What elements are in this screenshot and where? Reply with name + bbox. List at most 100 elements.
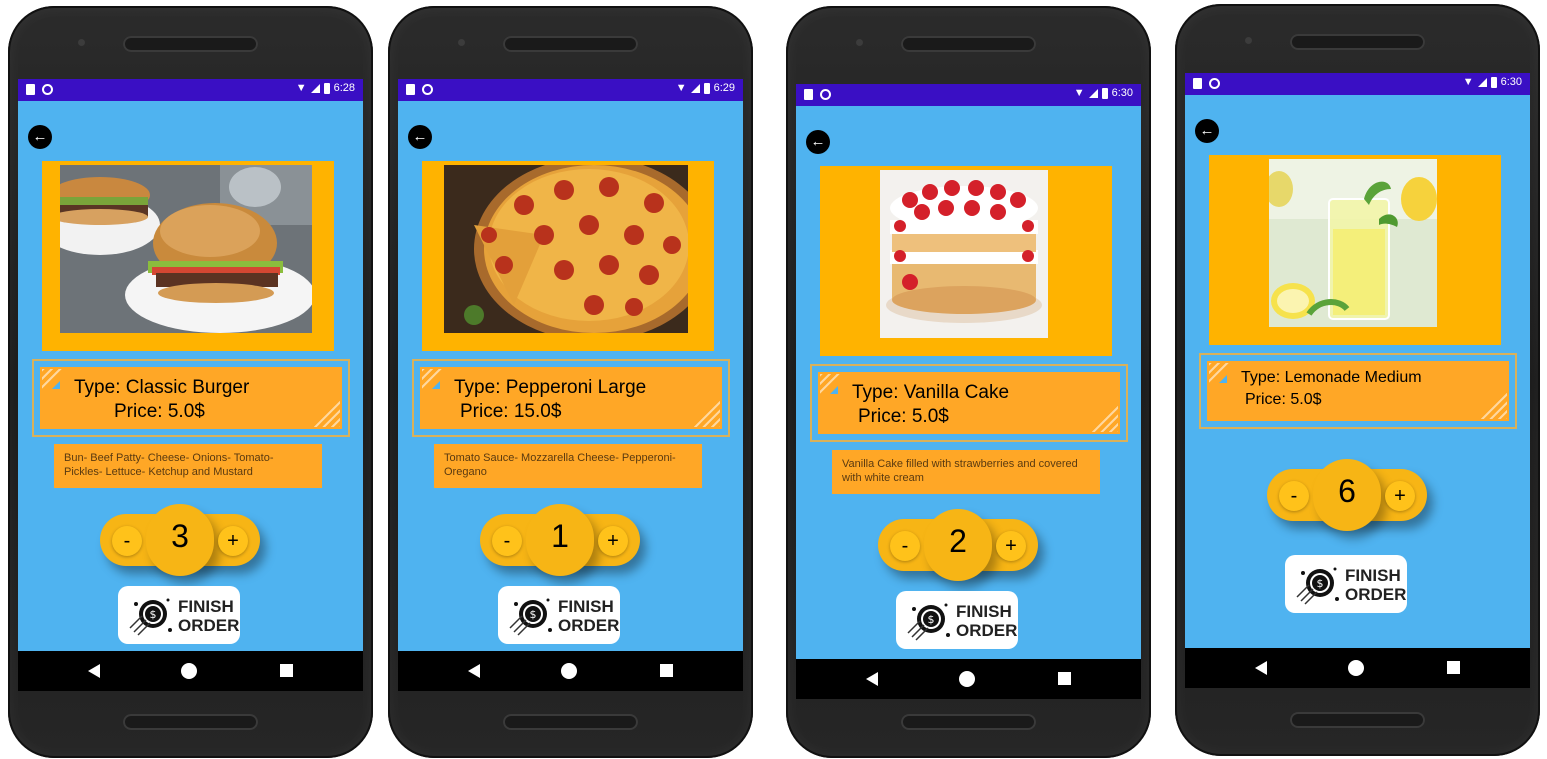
lemonade-photo [1269, 159, 1437, 327]
decrease-quantity-button[interactable]: - [890, 531, 920, 561]
item-price: Price: 5.0$ [114, 401, 205, 422]
wifi-icon: ▼ [1462, 76, 1474, 88]
quantity-counter: - 6 + [1267, 459, 1427, 531]
nav-back-icon[interactable] [88, 664, 100, 678]
decrease-quantity-button[interactable]: - [1279, 481, 1309, 511]
item-price: Price: 5.0$ [1245, 391, 1322, 408]
dollar-coin-icon: $ [509, 598, 552, 636]
phone-3: ▼ 6:30 ← Type: Vanilla Cake Price: 5.0$ … [786, 6, 1151, 758]
bottom-speaker [901, 714, 1036, 730]
signal-icon [1477, 77, 1487, 87]
bottom-speaker [1290, 712, 1425, 728]
wifi-icon: ▼ [1073, 87, 1085, 99]
quantity-counter: - 1 + [480, 504, 640, 576]
item-info-panel: Type: Vanilla Cake Price: 5.0$ [818, 372, 1120, 434]
decrease-quantity-button[interactable]: - [492, 526, 522, 556]
increase-quantity-button[interactable]: + [1385, 481, 1415, 511]
nav-home-icon[interactable] [561, 663, 577, 679]
nav-recents-icon[interactable] [660, 664, 673, 677]
status-bar: ▼ 6:30 [796, 84, 1141, 106]
sync-icon [422, 84, 433, 95]
nav-recents-icon[interactable] [1447, 661, 1460, 674]
phone-1: ▼ 6:28 ← Type: Classic Burger Price: 5.0… [8, 6, 373, 758]
pepperoni-pizza-photo [444, 165, 688, 333]
front-camera [78, 39, 85, 46]
back-arrow-icon[interactable]: ← [1195, 119, 1219, 143]
nav-back-icon[interactable] [468, 664, 480, 678]
status-time: 6:30 [1500, 76, 1522, 88]
nav-recents-icon[interactable] [1058, 672, 1071, 685]
earpiece-speaker [901, 36, 1036, 52]
item-info-panel: Type: Lemonade Medium Price: 5.0$ [1207, 361, 1509, 421]
sync-icon [1209, 78, 1220, 89]
android-nav-bar [398, 651, 743, 691]
image-frame [1209, 155, 1501, 345]
item-type: Type: Classic Burger [74, 377, 250, 398]
signal-icon [310, 83, 320, 93]
vanilla-cake-photo [880, 170, 1048, 338]
quantity-counter: - 2 + [878, 509, 1038, 581]
signal-icon [1088, 88, 1098, 98]
nav-recents-icon[interactable] [280, 664, 293, 677]
back-arrow-icon[interactable]: ← [408, 125, 432, 149]
front-camera [856, 39, 863, 46]
svg-text:$: $ [530, 608, 537, 621]
finish-order-button[interactable]: $ FINISH ORDER [1285, 555, 1407, 613]
item-info-panel: Type: Classic Burger Price: 5.0$ [40, 367, 342, 429]
svg-text:$: $ [1317, 577, 1324, 590]
front-camera [1245, 37, 1252, 44]
item-description: Bun- Beef Patty- Cheese- Onions- Tomato-… [54, 444, 322, 488]
quantity-counter: - 3 + [100, 504, 260, 576]
app-screen: ▼ 6:30 ← [796, 84, 1141, 699]
nav-home-icon[interactable] [1348, 660, 1364, 676]
dollar-coin-icon: $ [129, 598, 172, 636]
finish-label: FINISH [956, 602, 1012, 621]
decrease-quantity-button[interactable]: - [112, 526, 142, 556]
sd-card-icon [1193, 78, 1202, 89]
phone-4: ▼ 6:30 ← Type: Lemonade Medium Price: 5.… [1175, 4, 1540, 756]
phone-2: ▼ 6:29 ← Type: Pepperoni Large Price: 15… [388, 6, 753, 758]
finish-label: FINISH [178, 597, 234, 616]
order-label: ORDER [558, 616, 620, 635]
finish-order-button[interactable]: $ FINISH ORDER [118, 586, 240, 644]
dollar-coin-icon: $ [1296, 567, 1339, 605]
nav-back-icon[interactable] [866, 672, 878, 686]
image-frame [422, 161, 714, 351]
sync-icon [42, 84, 53, 95]
earpiece-speaker [503, 36, 638, 52]
earpiece-speaker [1290, 34, 1425, 50]
earpiece-speaker [123, 36, 258, 52]
status-bar: ▼ 6:30 [1185, 73, 1530, 95]
item-description: Tomato Sauce- Mozzarella Cheese- Peppero… [434, 444, 702, 488]
bottom-speaker [503, 714, 638, 730]
app-screen: ▼ 6:30 ← [1185, 73, 1530, 688]
item-type: Type: Vanilla Cake [852, 382, 1010, 403]
sd-card-icon [26, 84, 35, 95]
dollar-coin-icon: $ [907, 603, 950, 641]
front-camera [458, 39, 465, 46]
android-nav-bar [18, 651, 363, 691]
item-info-box: Type: Pepperoni Large Price: 15.0$ [412, 359, 730, 437]
back-arrow-icon[interactable]: ← [28, 125, 52, 149]
item-price: Price: 15.0$ [460, 401, 562, 422]
increase-quantity-button[interactable]: + [218, 526, 248, 556]
finish-order-button[interactable]: $ FINISH ORDER [896, 591, 1018, 649]
finish-order-button[interactable]: $ FINISH ORDER [498, 586, 620, 644]
increase-quantity-button[interactable]: + [598, 526, 628, 556]
sync-icon [820, 89, 831, 100]
item-type: Type: Lemonade Medium [1241, 369, 1422, 386]
item-price: Price: 5.0$ [858, 406, 949, 427]
back-arrow-icon[interactable]: ← [806, 130, 830, 154]
nav-home-icon[interactable] [181, 663, 197, 679]
increase-quantity-button[interactable]: + [996, 531, 1026, 561]
order-label: ORDER [178, 616, 240, 635]
signal-icon [690, 83, 700, 93]
item-info-box: Type: Vanilla Cake Price: 5.0$ [810, 364, 1128, 442]
wifi-icon: ▼ [675, 82, 687, 94]
nav-back-icon[interactable] [1255, 661, 1267, 675]
finish-label: FINISH [558, 597, 614, 616]
sd-card-icon [804, 89, 813, 100]
finish-label: FINISH [1345, 566, 1401, 585]
svg-text:$: $ [150, 608, 157, 621]
nav-home-icon[interactable] [959, 671, 975, 687]
